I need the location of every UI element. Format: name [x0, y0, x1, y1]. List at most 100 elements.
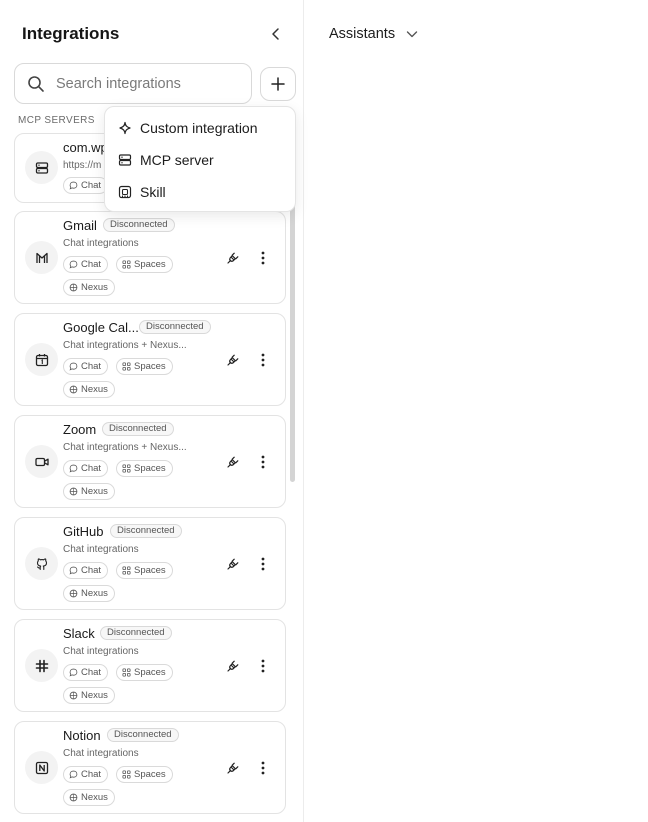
status-badge: Disconnected: [107, 728, 179, 742]
plug-icon: [227, 558, 239, 570]
chevron-left-icon: [272, 28, 279, 40]
avatar: [25, 241, 58, 274]
tag-label: Chat: [81, 769, 102, 780]
avatar: [25, 343, 58, 376]
spaces-icon: [122, 566, 131, 575]
server-icon: [118, 154, 132, 166]
integration-name: Notion: [63, 728, 101, 743]
tag-spaces: Spaces: [116, 562, 173, 579]
tag-label: Nexus: [81, 486, 108, 497]
menu-item-skill[interactable]: Skill: [105, 178, 295, 206]
menu-item-label: MCP server: [140, 152, 214, 168]
add-integration-button[interactable]: [260, 67, 296, 101]
tag-label: Nexus: [81, 690, 108, 701]
more-options-button[interactable]: [253, 248, 273, 268]
nexus-icon: [69, 793, 78, 802]
integration-card-google-calendar[interactable]: Google Cal... Disconnected Chat integrat…: [14, 313, 286, 406]
tag-chat: Chat: [63, 664, 109, 681]
nexus-icon: [69, 589, 78, 598]
chat-icon: [69, 668, 78, 677]
section-label-mcp-servers: MCP SERVERS: [18, 115, 95, 126]
more-vertical-icon: [261, 557, 265, 571]
menu-item-mcp-server[interactable]: MCP server: [105, 146, 295, 174]
tag-nexus: Nexus: [63, 585, 115, 602]
status-badge: Disconnected: [139, 320, 211, 334]
plug-icon: [227, 252, 239, 264]
connect-button[interactable]: [223, 248, 243, 268]
nexus-icon: [69, 691, 78, 700]
integration-card-gmail[interactable]: Gmail Disconnected Chat integrations Cha…: [14, 211, 286, 304]
avatar: [25, 547, 58, 580]
more-options-button[interactable]: [253, 452, 273, 472]
plug-icon: [227, 354, 239, 366]
integration-name: Slack: [63, 626, 95, 641]
integration-name: Google Cal...: [63, 320, 139, 335]
integration-name: Gmail: [63, 218, 97, 233]
avatar: [25, 751, 58, 784]
menu-item-label: Custom integration: [140, 120, 258, 136]
status-badge: Disconnected: [110, 524, 182, 538]
integration-card-slack[interactable]: Slack Disconnected Chat integrations Cha…: [14, 619, 286, 712]
spaces-icon: [122, 770, 131, 779]
integration-card-zoom[interactable]: Zoom Disconnected Chat integrations + Ne…: [14, 415, 286, 508]
sparkle-icon: [119, 121, 131, 135]
tag-spaces: Spaces: [116, 358, 173, 375]
integration-description: https://m: [63, 160, 102, 171]
more-options-button[interactable]: [253, 350, 273, 370]
integration-description: Chat integrations: [63, 544, 139, 555]
tag-label: Chat: [81, 463, 102, 474]
tag-spaces: Spaces: [116, 460, 173, 477]
tag-label: Spaces: [134, 259, 166, 270]
connect-button[interactable]: [223, 452, 243, 472]
connect-button[interactable]: [223, 350, 243, 370]
search-icon: [28, 76, 44, 92]
assistants-selector[interactable]: Assistants: [329, 24, 419, 44]
plug-icon: [227, 762, 239, 774]
more-vertical-icon: [261, 761, 265, 775]
collapse-sidebar-button[interactable]: [266, 24, 286, 44]
tag-chat: Chat: [63, 562, 109, 579]
more-vertical-icon: [261, 455, 265, 469]
tag-spaces: Spaces: [116, 766, 173, 783]
tag-nexus: Nexus: [63, 687, 115, 704]
more-options-button[interactable]: [253, 554, 273, 574]
connect-button[interactable]: [223, 656, 243, 676]
assistants-label: Assistants: [329, 26, 396, 42]
avatar: [25, 649, 58, 682]
nexus-icon: [69, 283, 78, 292]
chat-icon: [69, 362, 78, 371]
github-icon: [36, 557, 47, 570]
connect-button[interactable]: [223, 554, 243, 574]
more-options-button[interactable]: [253, 656, 273, 676]
integration-description: Chat integrations: [63, 238, 139, 249]
menu-item-custom-integration[interactable]: Custom integration: [105, 114, 295, 142]
tag-nexus: Nexus: [63, 789, 115, 806]
notion-icon: [35, 761, 48, 774]
tag-label: Chat: [81, 667, 102, 678]
tag-label: Chat: [81, 565, 102, 576]
sidebar-scrollbar[interactable]: [290, 200, 295, 482]
tag-nexus: Nexus: [63, 483, 115, 500]
integration-name: GitHub: [63, 524, 104, 539]
integration-name: com.wp: [63, 140, 108, 155]
nexus-icon: [69, 487, 78, 496]
avatar: [25, 151, 58, 184]
tag-chat: Chat: [63, 460, 109, 477]
tag-label: Spaces: [134, 667, 166, 678]
integration-card-github[interactable]: GitHub Disconnected Chat integrations Ch…: [14, 517, 286, 610]
connect-button[interactable]: [223, 758, 243, 778]
gmail-icon: [35, 252, 48, 263]
status-badge: Disconnected: [103, 218, 175, 232]
search-input[interactable]: [56, 64, 246, 103]
tag-spaces: Spaces: [116, 664, 173, 681]
integration-description: Chat integrations + Nexus...: [63, 340, 187, 351]
more-vertical-icon: [261, 659, 265, 673]
integration-description: Chat integrations: [63, 748, 139, 759]
integration-card-notion[interactable]: Notion Disconnected Chat integrations Ch…: [14, 721, 286, 814]
integration-description: Chat integrations + Nexus...: [63, 442, 187, 453]
more-options-button[interactable]: [253, 758, 273, 778]
spaces-icon: [122, 464, 131, 473]
status-badge: Disconnected: [102, 422, 174, 436]
tag-label: Spaces: [134, 463, 166, 474]
chat-icon: [69, 260, 78, 269]
